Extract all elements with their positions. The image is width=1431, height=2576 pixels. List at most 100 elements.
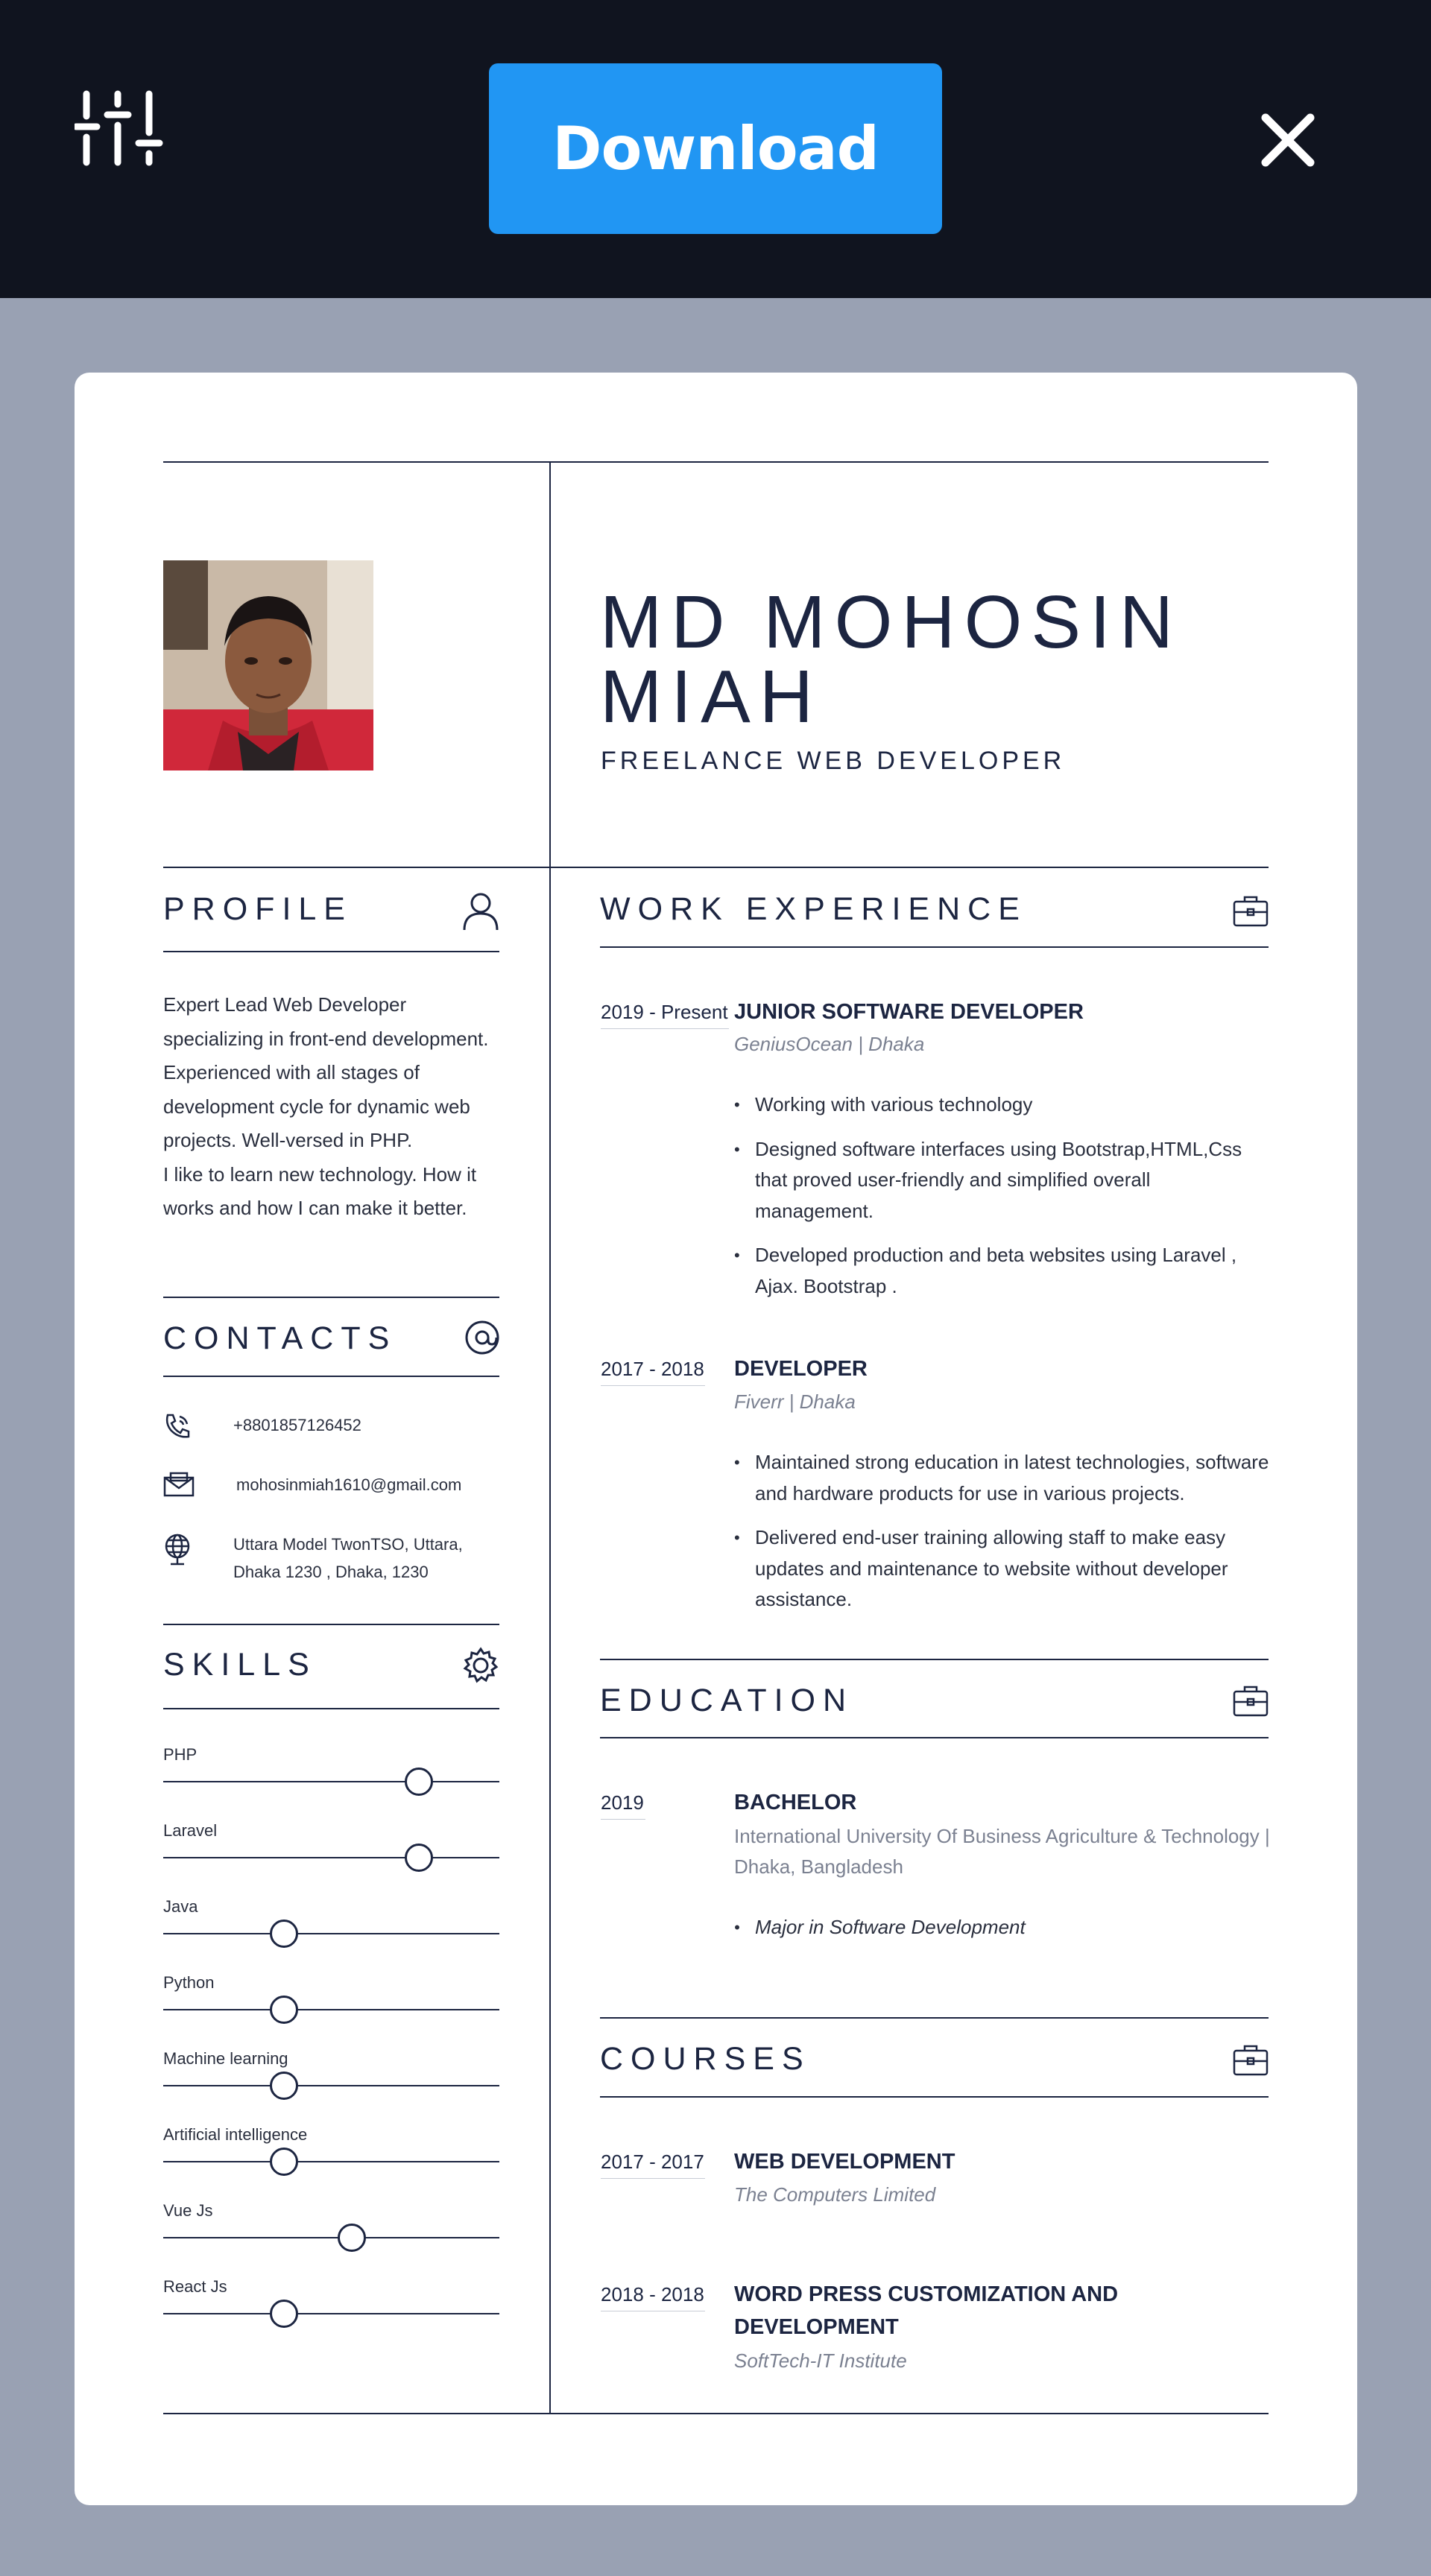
job-2-title: DEVELOPER [734,1357,868,1381]
name-line-2: MIAH [600,655,822,738]
skill-label: Artificial intelligence [163,2125,308,2144]
close-icon[interactable] [1260,112,1316,168]
skill-row: PHP [163,1745,499,1796]
divider [163,1376,499,1377]
divider [163,867,1269,868]
profile-text-2: I like to learn new technology. How it w… [163,1162,477,1220]
download-button[interactable]: Download [489,63,942,234]
list-item: Designed software interfaces using Boots… [734,1134,1271,1227]
job-1-title: JUNIOR SOFTWARE DEVELOPER [734,1000,1084,1024]
list-item: Maintained strong education in latest te… [734,1447,1271,1509]
skill-row: Laravel [163,1821,499,1872]
skill-slider-track [163,2085,499,2086]
skills-heading: SKILLS [163,1647,317,1683]
skill-row: Vue Js [163,2201,499,2252]
skill-slider-track [163,1781,499,1782]
contact-address-line-2: Dhaka 1230 , Dhaka, 1230 [233,1563,429,1581]
divider [600,1737,1269,1738]
skill-slider-handle[interactable] [270,2148,298,2176]
education-bullets: Major in Software Development [734,1912,1271,1957]
skill-slider-handle[interactable] [338,2224,366,2252]
skill-label: Laravel [163,1821,218,1840]
course-2-date: 2018 - 2018 [601,2283,704,2306]
candidate-role: FREELANCE WEB DEVELOPER [601,747,1066,775]
job-1-bullets: Working with various technology Designed… [734,1089,1271,1315]
list-item: Developed production and beta websites u… [734,1240,1271,1302]
skill-slider-handle[interactable] [270,1920,298,1948]
skill-slider-handle[interactable] [270,2072,298,2100]
briefcase-icon [1233,894,1269,931]
skill-slider-track [163,2313,499,2314]
skill-slider-handle[interactable] [405,1768,433,1796]
divider [163,951,499,952]
skill-slider-handle[interactable] [270,2300,298,2328]
list-item: Delivered end-user training allowing sta… [734,1522,1271,1615]
adjustments-icon[interactable] [72,89,164,171]
globe-icon [163,1531,192,1574]
course-1-institute: The Computers Limited [734,2183,936,2206]
skill-slider-track [163,1857,499,1858]
briefcase-icon [1233,1684,1269,1721]
skill-slider-handle[interactable] [405,1844,433,1872]
skill-label: React Js [163,2277,227,2296]
contact-address-line-1: Uttara Model TwonTSO, Uttara, [233,1535,463,1554]
course-2-institute: SoftTech-IT Institute [734,2349,907,2372]
divider [600,946,1269,948]
name-line-1: MD MOHOSIN [600,580,1183,664]
skill-row: React Js [163,2277,499,2328]
work-heading: WORK EXPERIENCE [600,891,1027,927]
briefcase-icon [1233,2043,1269,2080]
skill-row: Machine learning [163,2049,499,2100]
date-underline [601,2178,705,2179]
list-item: Working with various technology [734,1089,1271,1121]
job-2-company: Fiverr | Dhaka [734,1390,856,1413]
column-divider [549,462,551,2414]
candidate-name: MD MOHOSIN MIAH [600,585,1182,734]
skill-slider-handle[interactable] [270,1996,298,2024]
job-1-date: 2019 - Present [601,1001,728,1023]
divider [600,2017,1269,2019]
date-underline [601,1028,729,1029]
envelope-icon [163,1472,195,1505]
date-underline [601,1819,645,1820]
skill-label: PHP [163,1745,198,1764]
skill-row: Python [163,1973,499,2024]
job-2-date: 2017 - 2018 [601,1358,704,1380]
user-icon [462,891,499,935]
skill-row: Artificial intelligence [163,2125,499,2176]
skill-slider-track [163,2009,499,2010]
education-school: International University Of Business Agr… [734,1825,1270,1878]
skill-label: Machine learning [163,2049,288,2068]
at-sign-icon [464,1319,501,1360]
contact-email-text: mohosinmiah1610@gmail.com [236,1475,462,1494]
education-degree: BACHELOR [734,1791,857,1814]
top-toolbar: Download [0,0,1431,298]
profile-heading: PROFILE [163,891,353,927]
course-2-title: WORD PRESS CUSTOMIZATION AND DEVELOPMENT [734,2282,1119,2339]
phone-icon [163,1412,193,1449]
skill-slider-track [163,2161,499,2162]
divider [163,1624,499,1625]
profile-text: Expert Lead Web Developer specializing i… [163,993,489,1151]
skill-label: Java [163,1897,198,1916]
skill-row: Java [163,1897,499,1948]
contact-phone-text: +8801857126452 [233,1416,361,1434]
skill-slider-track [163,1933,499,1934]
skill-label: Python [163,1973,215,1992]
education-heading: EDUCATION [600,1683,854,1718]
divider [163,461,1269,463]
gear-icon [462,1647,499,1688]
divider [163,1297,499,1298]
list-item: Major in Software Development [734,1912,1271,1943]
skill-slider-track [163,2237,499,2238]
divider [163,2413,1269,2414]
divider [163,1708,499,1709]
profile-photo [163,560,373,770]
job-1-company: GeniusOcean | Dhaka [734,1033,925,1055]
education-date: 2019 [601,1791,644,1814]
contacts-heading: CONTACTS [163,1320,397,1356]
job-2-bullets: Maintained strong education in latest te… [734,1447,1271,1629]
divider [600,1659,1269,1660]
date-underline [601,1385,705,1386]
courses-heading: COURSES [600,2041,811,2077]
